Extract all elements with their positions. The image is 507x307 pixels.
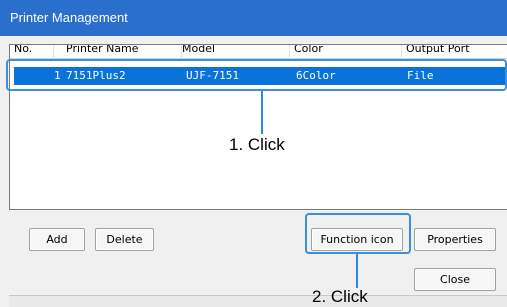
column-header-no[interactable]: No.	[10, 45, 54, 58]
function-icon-highlight-annotation	[305, 213, 411, 254]
properties-button[interactable]: Properties	[414, 228, 496, 251]
list-header: No. Printer Name Model Color Output Port	[10, 45, 507, 59]
column-header-output-port[interactable]: Output Port	[402, 45, 507, 58]
window-title: Printer Management	[0, 0, 507, 36]
step1-label: 1. Click	[229, 135, 285, 154]
column-header-model[interactable]: Model	[178, 45, 290, 58]
close-button[interactable]: Close	[414, 268, 496, 291]
column-header-color[interactable]: Color	[290, 45, 402, 58]
column-header-printer-name[interactable]: Printer Name	[62, 45, 182, 58]
row-highlight-annotation	[6, 59, 507, 91]
status-strip	[9, 295, 507, 307]
step2-label: 2. Click	[312, 287, 368, 306]
callout-line-step2	[356, 254, 358, 288]
add-button[interactable]: Add	[29, 228, 85, 251]
delete-button[interactable]: Delete	[95, 228, 154, 251]
callout-line-step1	[261, 91, 263, 134]
